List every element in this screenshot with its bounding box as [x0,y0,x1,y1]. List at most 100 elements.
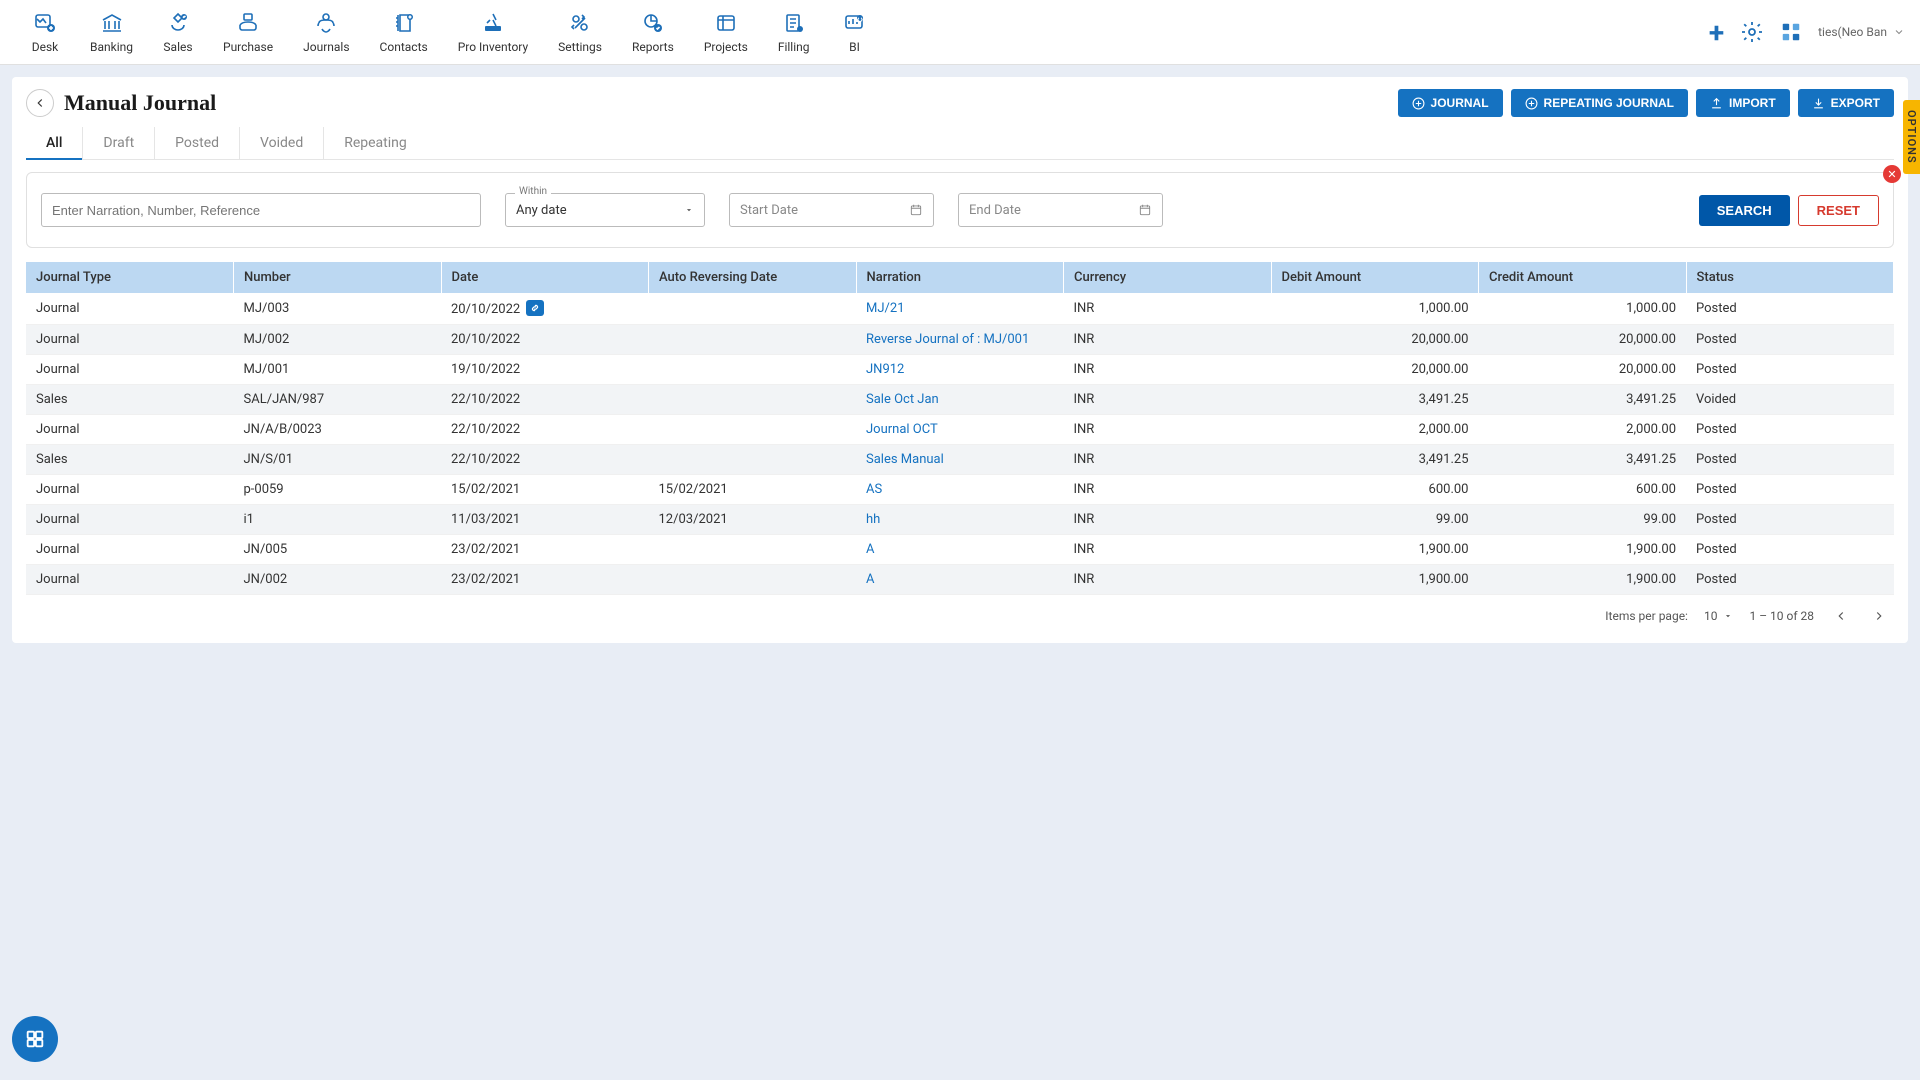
narration-link[interactable]: hh [866,512,880,527]
search-button[interactable]: SEARCH [1699,195,1790,226]
nav-label: Sales [163,40,192,54]
nav-sales[interactable]: Sales [148,4,208,60]
calendar-icon [909,203,923,217]
plus-circle-icon [1525,97,1538,110]
nav-label: Journals [303,40,349,54]
table-header[interactable]: Auto Reversing Date [649,262,857,293]
user-menu[interactable]: ties(Neo Ban [1818,25,1905,39]
table-row[interactable]: JournalJN/A/B/002322/10/2022Journal OCTI… [26,415,1894,445]
nav-desk[interactable]: Desk [15,4,75,60]
table-header[interactable]: Narration [856,262,1064,293]
table-header[interactable]: Status [1686,262,1894,293]
table-header[interactable]: Number [234,262,442,293]
bank-icon [97,10,127,36]
purchase-icon [233,10,263,36]
nav-filling[interactable]: Filling [763,4,825,60]
table-row[interactable]: Journali111/03/202112/03/2021hhINR99.009… [26,505,1894,535]
journals-table: Journal TypeNumberDateAuto Reversing Dat… [26,262,1894,595]
items-per-page-label: Items per page: [1605,609,1688,623]
table-header[interactable]: Credit Amount [1479,262,1687,293]
next-page-button[interactable] [1868,605,1890,627]
gear-icon[interactable] [1740,20,1764,44]
tab-posted[interactable]: Posted [155,127,240,159]
prev-page-button[interactable] [1830,605,1852,627]
tabs: All Draft Posted Voided Repeating [26,127,1894,160]
nav-label: Reports [632,40,674,54]
narration-link[interactable]: A [866,542,874,557]
journal-button[interactable]: JOURNAL [1398,89,1503,117]
end-date-input[interactable]: End Date [958,193,1163,227]
close-filter-button[interactable]: ✕ [1883,165,1901,183]
table-row[interactable]: SalesSAL/JAN/98722/10/2022Sale Oct JanIN… [26,385,1894,415]
top-nav: Desk Banking Sales Purchase Journals Con… [0,0,1920,65]
import-button[interactable]: IMPORT [1696,89,1790,117]
nav-banking[interactable]: Banking [75,4,148,60]
table-row[interactable]: Journalp-005915/02/202115/02/2021ASINR60… [26,475,1894,505]
repeating-journal-button[interactable]: REPEATING JOURNAL [1511,89,1688,117]
nav-label: Filling [778,40,810,54]
nav-contacts[interactable]: Contacts [365,4,443,60]
nav-journals[interactable]: Journals [288,4,364,60]
within-select[interactable]: Any date [505,193,705,227]
search-input[interactable] [41,193,481,227]
nav-reports[interactable]: Reports [617,4,689,60]
caret-down-icon [684,205,694,215]
narration-link[interactable]: Sales Manual [866,452,944,467]
nav-purchase[interactable]: Purchase [208,4,288,60]
sales-icon [163,10,193,36]
tab-draft[interactable]: Draft [83,127,155,159]
narration-link[interactable]: MJ/21 [866,301,905,316]
nav-label: BI [849,40,860,54]
page-size-select[interactable]: 10 [1704,609,1734,623]
table-row[interactable]: JournalMJ/00220/10/2022Reverse Journal o… [26,325,1894,355]
main-panel: Manual Journal JOURNAL REPEATING JOURNAL… [12,77,1908,643]
nav-label: Contacts [380,40,428,54]
settings-icon [565,10,595,36]
reset-button[interactable]: RESET [1798,195,1879,226]
desk-icon [30,10,60,36]
chevron-left-icon [33,96,47,110]
pagination: Items per page: 10 1 – 10 of 28 [26,595,1894,627]
add-icon[interactable]: + [1709,16,1724,49]
options-tab[interactable]: OPTIONS [1903,100,1920,174]
export-button[interactable]: EXPORT [1798,89,1894,117]
nav-settings[interactable]: Settings [543,4,617,60]
nav-bi[interactable]: BI [824,4,884,60]
user-label: ties(Neo Ban [1818,25,1887,39]
table-header[interactable]: Debit Amount [1271,262,1479,293]
narration-link[interactable]: Sale Oct Jan [866,392,939,407]
narration-link[interactable]: Reverse Journal of : MJ/001 [866,332,1029,347]
narration-link[interactable]: Journal OCT [866,422,938,437]
table-row[interactable]: JournalMJ/00320/10/2022MJ/21INR1,000.001… [26,293,1894,325]
grid-icon [24,1028,46,1050]
plus-circle-icon [1412,97,1425,110]
table-row[interactable]: SalesJN/S/0122/10/2022Sales ManualINR3,4… [26,445,1894,475]
tab-voided[interactable]: Voided [240,127,324,159]
tab-all[interactable]: All [26,127,83,159]
narration-link[interactable]: AS [866,482,882,497]
table-header[interactable]: Journal Type [26,262,234,293]
nav-projects[interactable]: Projects [689,4,763,60]
nav-label: Settings [558,40,602,54]
topbar-right: + ties(Neo Ban [1709,16,1905,49]
table-header[interactable]: Currency [1064,262,1272,293]
table-header[interactable]: Date [441,262,649,293]
journals-icon [311,10,341,36]
apps-fab[interactable] [12,1016,58,1062]
nav-label: Pro Inventory [458,40,528,54]
table-row[interactable]: JournalJN/00223/02/2021AINR1,900.001,900… [26,565,1894,595]
narration-link[interactable]: A [866,572,874,587]
grid-apps-icon[interactable] [1780,21,1802,43]
nav-inventory[interactable]: Pro Inventory [443,4,543,60]
nav-label: Desk [32,40,59,54]
filling-icon [779,10,809,36]
upload-icon [1710,97,1723,110]
back-button[interactable] [26,89,54,117]
link-badge-icon[interactable] [526,300,544,316]
narration-link[interactable]: JN912 [866,362,904,377]
chevron-down-icon [1893,26,1905,38]
start-date-input[interactable]: Start Date [729,193,934,227]
table-row[interactable]: JournalMJ/00119/10/2022JN912INR20,000.00… [26,355,1894,385]
tab-repeating[interactable]: Repeating [324,127,427,159]
table-row[interactable]: JournalJN/00523/02/2021AINR1,900.001,900… [26,535,1894,565]
